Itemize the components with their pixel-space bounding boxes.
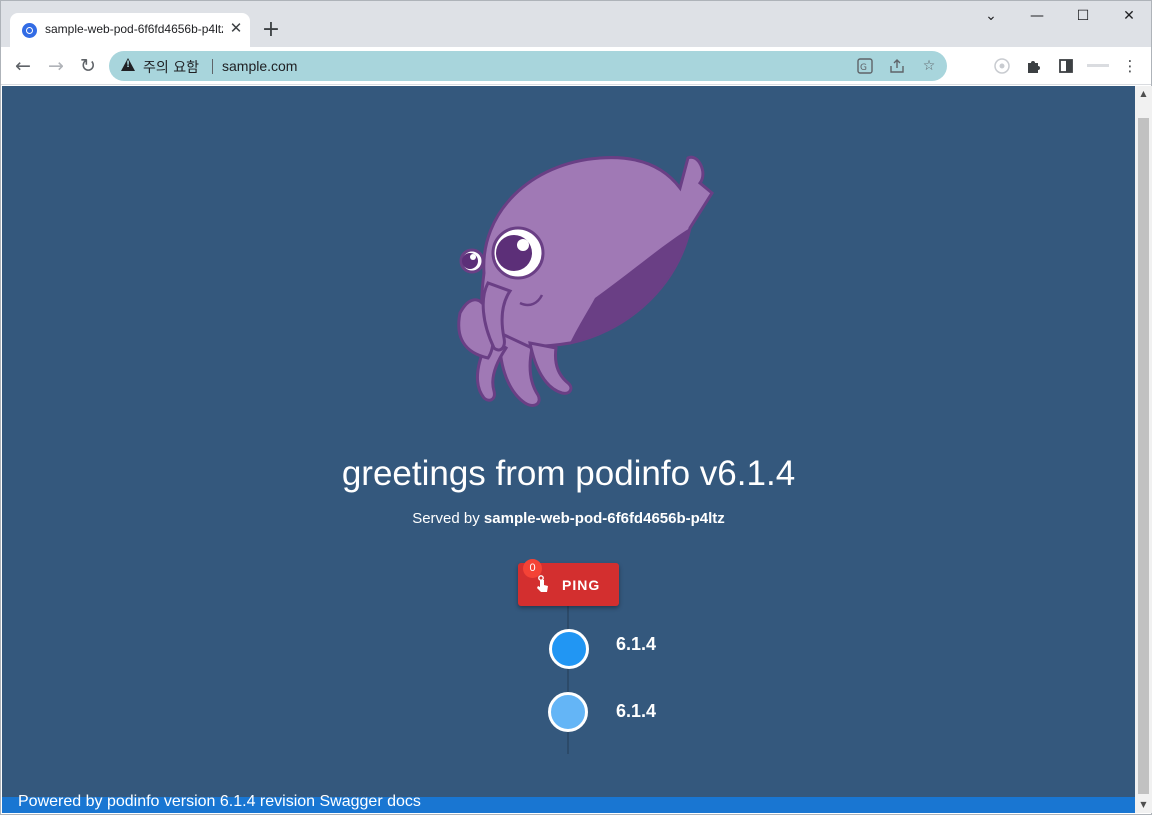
- ping-label: PING: [562, 577, 601, 593]
- tab-search-icon[interactable]: ⌄: [979, 6, 1003, 26]
- star-icon[interactable]: ☆: [921, 58, 937, 74]
- served-by-text: Served by sample-web-pod-6f6fd4656b-p4lt…: [2, 510, 1135, 527]
- touch-app-icon: [536, 575, 550, 597]
- footer-bar: Powered by podinfo version 6.1.4 revisio…: [2, 793, 1135, 813]
- maximize-button[interactable]: ☐: [1071, 6, 1095, 26]
- forward-button[interactable]: →: [43, 53, 69, 79]
- close-window-button[interactable]: ✕: [1117, 6, 1141, 26]
- minimize-button[interactable]: —: [1025, 6, 1049, 26]
- side-panel-icon[interactable]: [1057, 57, 1075, 75]
- tab-close-icon[interactable]: ✕: [227, 19, 245, 37]
- timeline-version: 6.1.4: [616, 634, 657, 654]
- share-icon[interactable]: [889, 58, 905, 74]
- timeline-dot: [549, 629, 589, 669]
- reload-button[interactable]: ↻: [75, 53, 101, 79]
- tab-strip: sample-web-pod-6f6fd4656b-p4ltz ✕ + ⌄ — …: [1, 1, 1151, 47]
- ping-button[interactable]: 0 PING: [518, 559, 619, 606]
- footer-text[interactable]: Powered by podinfo version 6.1.4 revisio…: [18, 793, 421, 811]
- menu-icon[interactable]: ⋮: [1121, 57, 1139, 75]
- translate-icon[interactable]: G: [857, 58, 873, 74]
- profile-avatar[interactable]: [1087, 64, 1109, 67]
- tab-active[interactable]: sample-web-pod-6f6fd4656b-p4ltz ✕: [10, 13, 250, 47]
- scroll-down-icon[interactable]: ▼: [1139, 800, 1148, 809]
- podinfo-page: greetings from podinfo v6.1.4 Served by …: [2, 86, 1135, 813]
- kubernetes-favicon-icon: [22, 23, 37, 38]
- scroll-thumb[interactable]: [1138, 118, 1149, 794]
- timeline-dot: [548, 692, 588, 732]
- svg-text:G: G: [860, 63, 867, 73]
- security-status[interactable]: 주의 요함: [143, 57, 199, 77]
- url-text[interactable]: sample.com: [222, 58, 297, 74]
- extension-k8s-icon[interactable]: [993, 57, 1011, 75]
- vertical-scrollbar[interactable]: ▲ ▼: [1135, 86, 1152, 813]
- new-tab-button[interactable]: +: [259, 18, 283, 42]
- puzzle-icon[interactable]: [1025, 57, 1043, 75]
- browser-window: sample-web-pod-6f6fd4656b-p4ltz ✕ + ⌄ — …: [0, 0, 1152, 815]
- warning-icon[interactable]: [121, 58, 135, 71]
- timeline-version: 6.1.4: [616, 701, 657, 721]
- scroll-up-icon[interactable]: ▲: [1139, 89, 1148, 98]
- cuttlefish-mascot-icon: [457, 155, 714, 407]
- page-title: greetings from podinfo v6.1.4: [341, 454, 796, 493]
- back-button[interactable]: ←: [10, 53, 36, 79]
- served-by-prefix: Served by: [412, 510, 484, 527]
- tab-title: sample-web-pod-6f6fd4656b-p4ltz: [45, 22, 223, 36]
- served-by-host: sample-web-pod-6f6fd4656b-p4ltz: [483, 510, 725, 527]
- browser-toolbar: ← → ↻ 주의 요함 sample.com G ☆ I ⋮: [1, 47, 1151, 120]
- omnibox-divider: [212, 59, 213, 74]
- address-bar[interactable]: 주의 요함 sample.com G ☆: [109, 51, 947, 81]
